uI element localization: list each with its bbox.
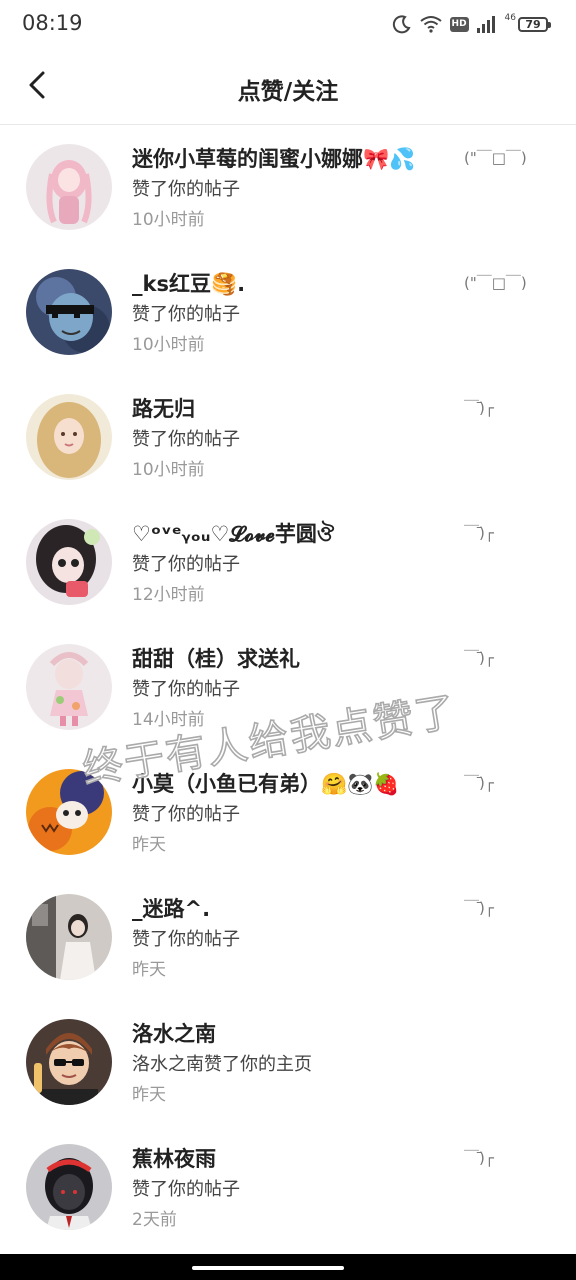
timestamp: 昨天	[132, 960, 166, 980]
home-indicator[interactable]	[192, 1266, 344, 1270]
notification-list: 迷你小草莓的闺蜜小娜娜🎀💦 赞了你的帖子 10小时前 ("￣□￣) _ks红豆🥞…	[0, 125, 576, 1250]
avatar[interactable]	[26, 894, 112, 980]
avatar[interactable]	[26, 519, 112, 605]
dark-hair-avatar-icon	[26, 1144, 112, 1230]
action-text: 赞了你的帖子	[132, 929, 240, 950]
post-thumbnail-text[interactable]: ￣̄)┌	[464, 772, 494, 793]
user-name[interactable]: 洛水之南	[132, 1018, 216, 1048]
timestamp: 10小时前	[132, 460, 205, 480]
avatar[interactable]	[26, 144, 112, 230]
user-name[interactable]: _迷路^.	[132, 893, 210, 923]
timestamp: 10小时前	[132, 335, 205, 355]
timestamp: 10小时前	[132, 210, 205, 230]
timestamp: 12小时前	[132, 585, 205, 605]
pink-doll-avatar-icon	[26, 144, 112, 230]
user-name[interactable]: 甜甜（桂）求送礼	[132, 643, 300, 673]
page-title: 点赞/关注	[237, 79, 339, 105]
moon-icon	[392, 15, 411, 34]
list-item[interactable]: ♡ᵒᵛᵉᵧₒᵤ♡𝓛𝓸𝓿𝓮芋圆ঔ 赞了你的帖子 12小时前 ￣̄)┌	[0, 500, 576, 625]
avatar[interactable]	[26, 394, 112, 480]
list-item[interactable]: 蕉林夜雨 赞了你的帖子 2天前 ￣̄)┌	[0, 1125, 576, 1250]
post-thumbnail-text[interactable]: ("￣□￣)	[464, 147, 527, 168]
room-girl-avatar-icon	[26, 894, 112, 980]
list-item[interactable]: 洛水之南 洛水之南赞了你的主页 昨天	[0, 1000, 576, 1125]
post-thumbnail-text[interactable]: ("￣□￣)	[464, 272, 527, 293]
list-item[interactable]: 路无归 赞了你的帖子 10小时前 ￣̄)┌	[0, 375, 576, 500]
sunglasses-avatar-icon	[26, 269, 112, 355]
action-text: 赞了你的帖子	[132, 1179, 240, 1200]
post-thumbnail-text[interactable]: ￣̄)┌	[464, 647, 494, 668]
hd-badge: HD	[449, 16, 469, 32]
avatar[interactable]	[26, 1144, 112, 1230]
action-text: 赞了你的帖子	[132, 304, 240, 325]
action-text: 洛水之南赞了你的主页	[132, 1054, 312, 1075]
battery-level: 79	[525, 17, 541, 31]
user-name[interactable]: ♡ᵒᵛᵉᵧₒᵤ♡𝓛𝓸𝓿𝓮芋圆ঔ	[132, 518, 334, 553]
header: 点赞/关注	[0, 50, 576, 125]
signal-icon	[476, 16, 495, 33]
user-name[interactable]: 迷你小草莓的闺蜜小娜娜🎀💦	[132, 143, 415, 173]
flower-doll-avatar-icon	[26, 644, 112, 730]
user-name[interactable]: 路无归	[132, 393, 195, 423]
status-icons: HD 46 79	[392, 12, 551, 36]
action-text: 赞了你的帖子	[132, 679, 240, 700]
post-thumbnail-text[interactable]: ￣̄)┌	[464, 1147, 494, 1168]
avatar[interactable]	[26, 1019, 112, 1105]
action-text: 赞了你的帖子	[132, 429, 240, 450]
status-time: 08:19	[22, 11, 83, 35]
cartoon-boy-avatar-icon	[26, 1019, 112, 1105]
list-item[interactable]: _ks红豆🥞. 赞了你的帖子 10小时前 ("￣□￣)	[0, 250, 576, 375]
wifi-icon	[419, 16, 442, 33]
post-thumbnail-text[interactable]: ￣̄)┌	[464, 897, 494, 918]
status-bar: 08:19 HD 46 79	[0, 0, 576, 50]
avatar[interactable]	[26, 269, 112, 355]
timestamp: 昨天	[132, 835, 166, 855]
user-name[interactable]: _ks红豆🥞.	[132, 268, 245, 298]
user-name[interactable]: 蕉林夜雨	[132, 1143, 216, 1173]
timestamp: 昨天	[132, 1085, 166, 1105]
list-item[interactable]: 迷你小草莓的闺蜜小娜娜🎀💦 赞了你的帖子 10小时前 ("￣□￣)	[0, 125, 576, 250]
doll-face-avatar-icon	[26, 519, 112, 605]
timestamp: 2天前	[132, 1210, 177, 1230]
action-text: 赞了你的帖子	[132, 804, 240, 825]
network-label: 46	[504, 13, 516, 23]
list-item[interactable]: _迷路^. 赞了你的帖子 昨天 ￣̄)┌	[0, 875, 576, 1000]
avatar[interactable]	[26, 644, 112, 730]
post-thumbnail-text[interactable]: ￣̄)┌	[464, 397, 494, 418]
action-text: 赞了你的帖子	[132, 179, 240, 200]
post-thumbnail-text[interactable]: ￣̄)┌	[464, 522, 494, 543]
blonde-girl-avatar-icon	[26, 394, 112, 480]
battery-icon: 79	[518, 16, 551, 32]
action-text: 赞了你的帖子	[132, 554, 240, 575]
